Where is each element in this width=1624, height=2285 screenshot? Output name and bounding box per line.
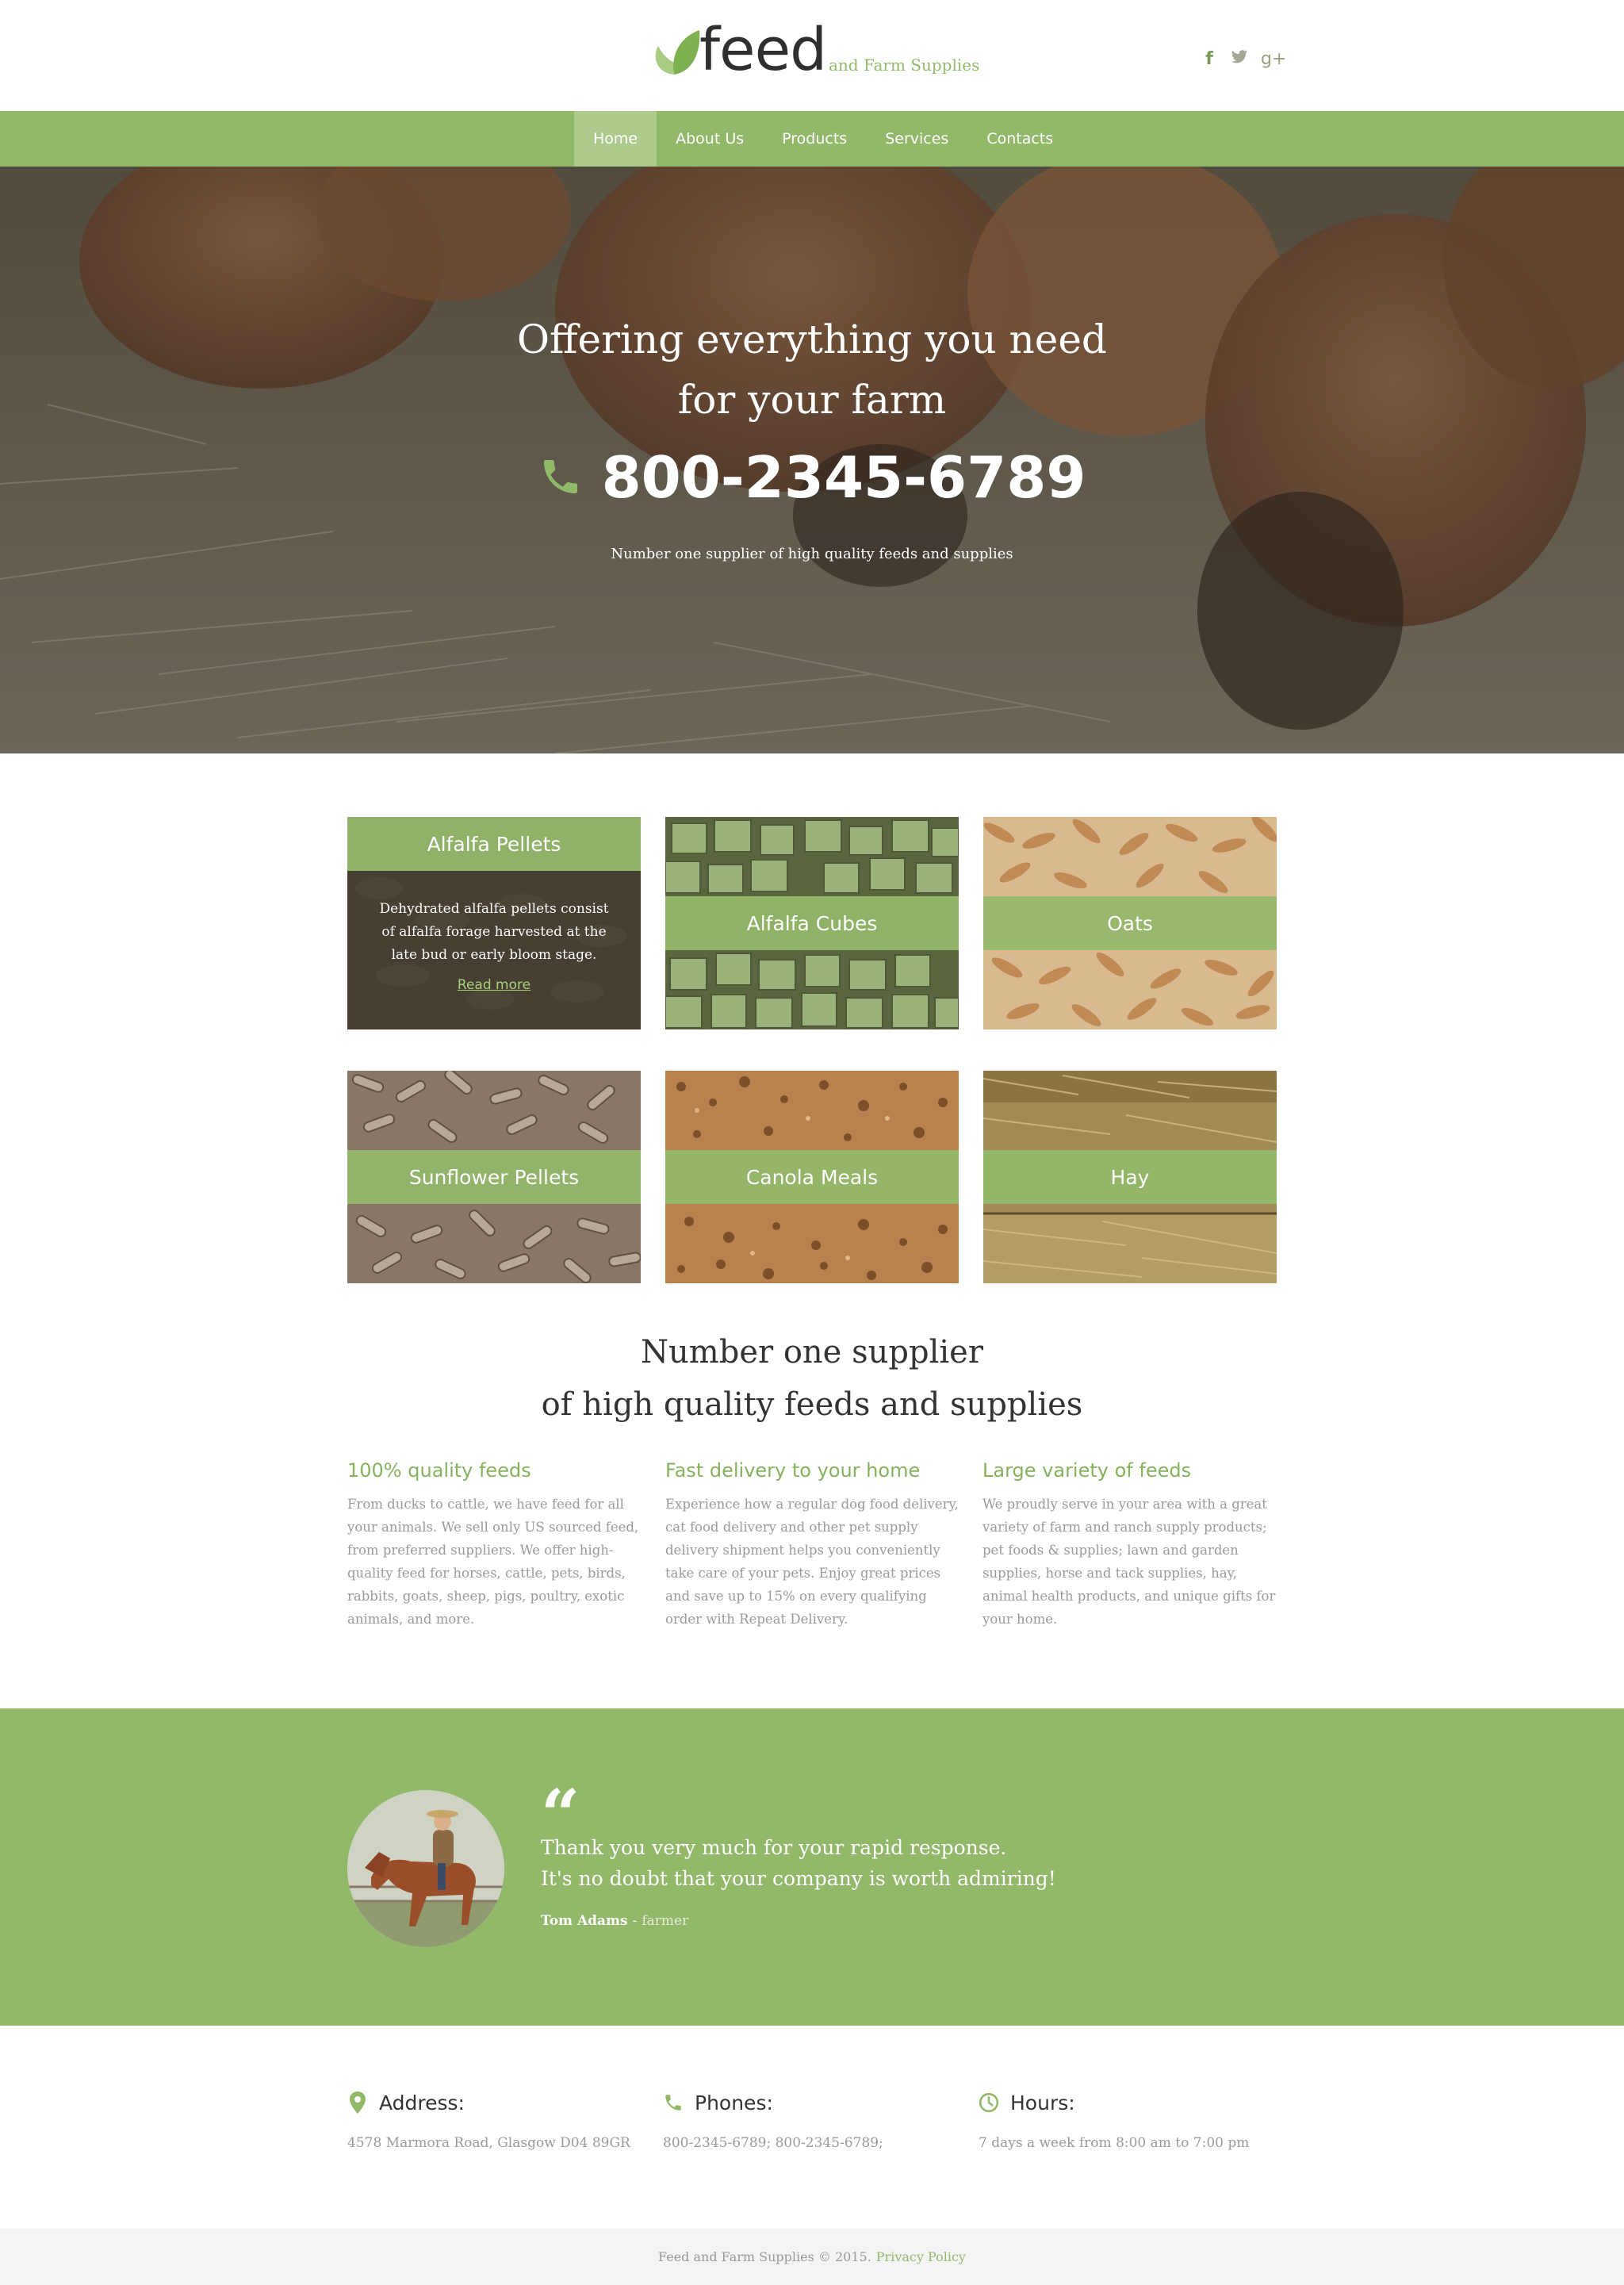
hero-phone[interactable]: 800-2345-6789 xyxy=(0,444,1624,511)
contact-phones: Phones: 800-2345-6789; 800-2345-6789; xyxy=(663,2091,964,2152)
contact-label: Address: xyxy=(379,2091,465,2114)
leaf-logo-icon xyxy=(655,30,700,75)
testimonial-quote: Thank you very much for your rapid respo… xyxy=(541,1832,1056,1894)
testimonial-author: Tom Adams - farmer xyxy=(541,1913,688,1929)
feature-title: Large variety of feeds xyxy=(982,1459,1192,1482)
product-title-band: Hay xyxy=(983,1150,1277,1204)
product-title: Alfalfa Pellets xyxy=(427,832,561,856)
copyright-text: Feed and Farm Supplies © 2015. xyxy=(658,2249,871,2264)
phone-icon xyxy=(665,2095,681,2111)
contact-hours: Hours: 7 days a week from 8:00 am to 7:0… xyxy=(979,2091,1280,2152)
product-title: Alfalfa Cubes xyxy=(746,911,878,935)
hero-title: Offering everything you need for your fa… xyxy=(0,309,1624,430)
clock-icon xyxy=(979,2092,999,2113)
contact-value: 4578 Marmora Road, Glasgow D04 89GR xyxy=(347,2135,630,2151)
logo-word: feed xyxy=(699,16,827,84)
map-pin-icon xyxy=(350,2091,366,2114)
hero-subtitle: Number one supplier of high quality feed… xyxy=(611,546,1013,562)
avatar xyxy=(347,1790,504,1947)
feature-text: Experience how a regular dog food delive… xyxy=(665,1497,959,1627)
about-title-line-1: Number one supplier xyxy=(641,1334,983,1371)
site-header: feed and Farm Supplies f g+ xyxy=(0,0,1624,111)
feature-text: From ducks to cattle, we have feed for a… xyxy=(347,1497,639,1627)
horse-rider-photo xyxy=(347,1790,504,1947)
product-title-band: Alfalfa Pellets xyxy=(347,817,641,871)
product-title: Canola Meals xyxy=(745,1165,879,1189)
contact-address: Address: 4578 Marmora Road, Glasgow D04 … xyxy=(347,2091,649,2152)
google-plus-icon[interactable]: g+ xyxy=(1261,49,1286,70)
product-card-alfalfa-cubes[interactable]: Alfalfa Cubes xyxy=(665,817,959,1029)
feature-variety: Large variety of feeds We proudly serve … xyxy=(982,1459,1276,1631)
hero-title-line-1: Offering everything you need xyxy=(517,316,1107,362)
feature-text: We proudly serve in your area with a gre… xyxy=(982,1497,1276,1627)
feature-title: 100% quality feeds xyxy=(347,1459,531,1482)
testimonial-line-1: Thank you very much for your rapid respo… xyxy=(541,1836,1007,1859)
product-title: Sunflower Pellets xyxy=(408,1165,580,1189)
nav-item-about-us[interactable]: About Us xyxy=(657,111,763,167)
testimonial-line-2: It's no doubt that your company is worth… xyxy=(541,1867,1056,1890)
author-role: farmer xyxy=(642,1913,689,1929)
product-description: Dehydrated alfalfa pellets consist of al… xyxy=(379,901,609,963)
feature-title: Fast delivery to your home xyxy=(665,1459,921,1482)
testimonial-section: “ Thank you very much for your rapid res… xyxy=(0,1708,1624,2026)
author-separator: - xyxy=(632,1913,638,1929)
contacts-section: Address: 4578 Marmora Road, Glasgow D04 … xyxy=(347,2091,1277,2186)
contact-value: 7 days a week from 8:00 am to 7:00 pm xyxy=(979,2135,1250,2151)
nav-item-contacts[interactable]: Contacts xyxy=(967,111,1072,167)
twitter-icon[interactable] xyxy=(1231,49,1248,70)
about-title-line-2: of high quality feeds and supplies xyxy=(541,1386,1083,1423)
product-title-band: Canola Meals xyxy=(665,1150,959,1204)
nav-item-services[interactable]: Services xyxy=(866,111,967,167)
hero-title-line-2: for your farm xyxy=(677,377,947,423)
product-title: Hay xyxy=(1110,1165,1150,1189)
nav-item-home[interactable]: Home xyxy=(574,111,657,167)
main-nav: Home About Us Products Services Contacts xyxy=(0,111,1624,167)
hero-banner: Offering everything you need for your fa… xyxy=(0,167,1624,753)
product-title-band: Oats xyxy=(983,896,1277,950)
about-title: Number one supplier of high quality feed… xyxy=(0,1326,1624,1431)
feature-quality: 100% quality feeds From ducks to cattle,… xyxy=(347,1459,641,1631)
product-card-alfalfa-pellets[interactable]: Alfalfa Pellets Dehydrated alfalfa pelle… xyxy=(347,817,641,1029)
privacy-policy-link[interactable]: Privacy Policy xyxy=(876,2249,966,2264)
product-card-oats[interactable]: Oats xyxy=(983,817,1277,1029)
site-footer: Feed and Farm Supplies © 2015. Privacy Po… xyxy=(0,2229,1624,2285)
logo-tagline: and Farm Supplies xyxy=(829,56,980,75)
product-card-canola-meals[interactable]: Canola Meals xyxy=(665,1071,959,1283)
read-more-link[interactable]: Read more xyxy=(347,977,641,993)
logo[interactable]: feed and Farm Supplies xyxy=(652,16,985,84)
feature-delivery: Fast delivery to your home Experience ho… xyxy=(665,1459,959,1631)
facebook-icon[interactable]: f xyxy=(1201,49,1218,70)
phone-icon xyxy=(543,460,577,494)
nav-item-products[interactable]: Products xyxy=(763,111,866,167)
product-card-hay[interactable]: Hay xyxy=(983,1071,1277,1283)
product-grid: Alfalfa Pellets Dehydrated alfalfa pelle… xyxy=(347,817,1277,1283)
product-title-band: Alfalfa Cubes xyxy=(665,896,959,950)
product-title: Oats xyxy=(1107,911,1153,935)
contact-label: Phones: xyxy=(695,2091,773,2114)
contact-value: 800-2345-6789; 800-2345-6789; xyxy=(663,2135,883,2151)
contact-label: Hours: xyxy=(1010,2091,1075,2114)
product-title-band: Sunflower Pellets xyxy=(347,1150,641,1204)
features-section: 100% quality feeds From ducks to cattle,… xyxy=(347,1459,1277,1650)
product-card-sunflower-pellets[interactable]: Sunflower Pellets xyxy=(347,1071,641,1283)
author-name: Tom Adams xyxy=(541,1913,628,1929)
hero-phone-number: 800-2345-6789 xyxy=(601,444,1086,511)
social-links: f g+ xyxy=(1201,49,1286,70)
